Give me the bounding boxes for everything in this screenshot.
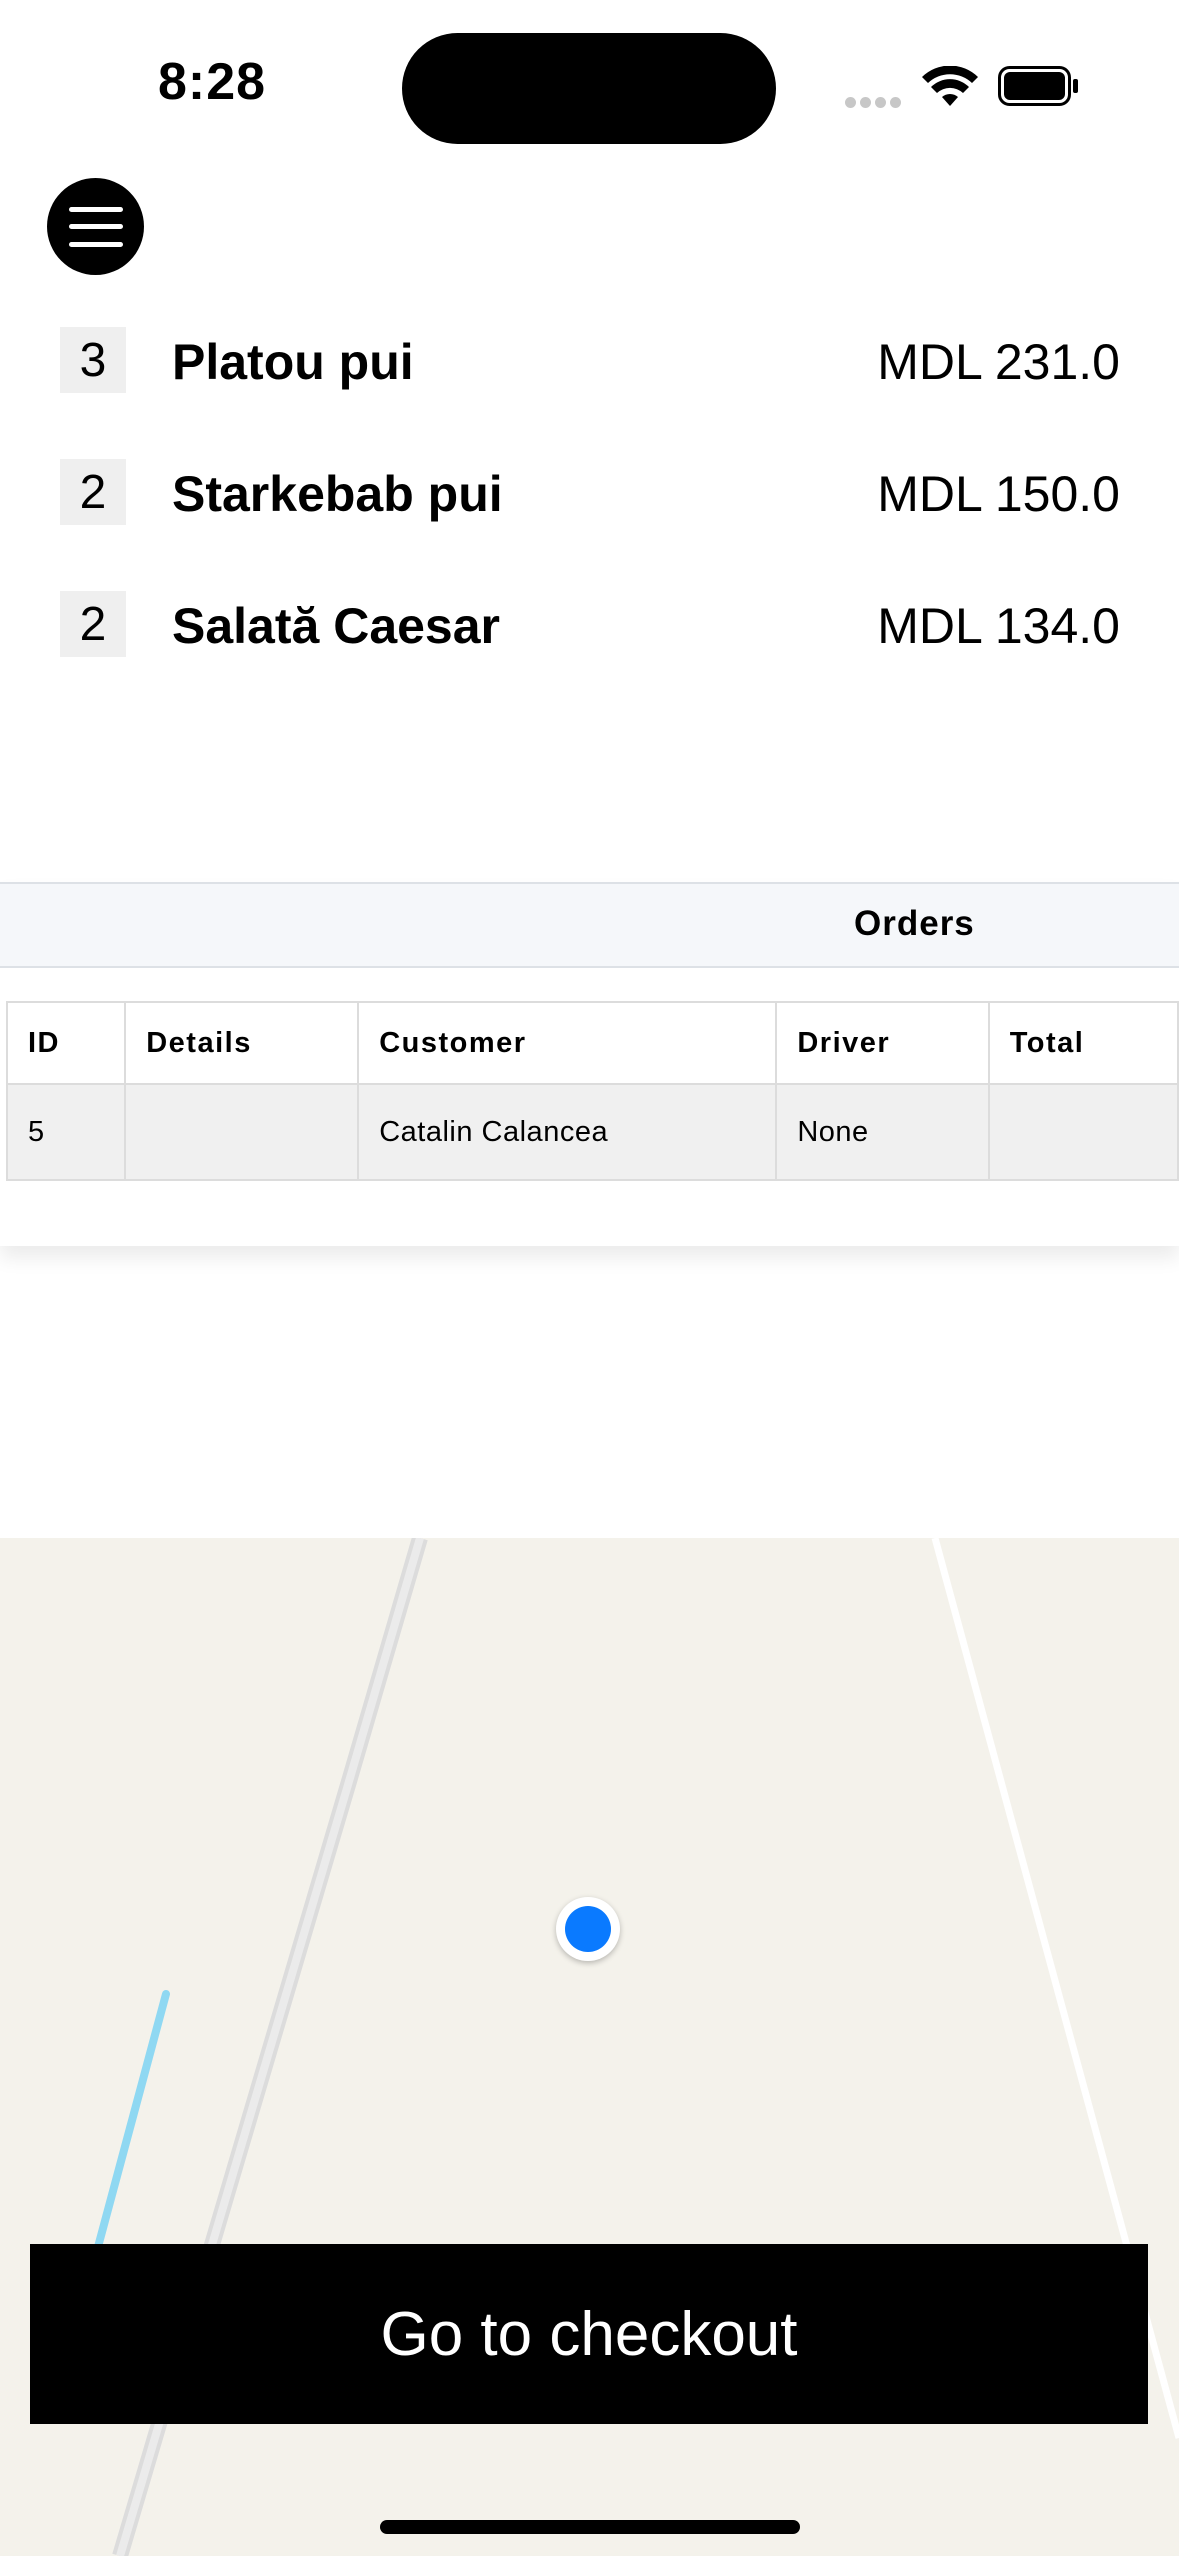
cellular-signal-icon [845, 95, 905, 108]
status-time: 8:28 [158, 53, 267, 111]
checkout-button[interactable]: Go to checkout [30, 2244, 1148, 2424]
table-header-row: ID Details Customer Driver Total [5, 1001, 1179, 1085]
item-name: Platou pui [172, 334, 414, 390]
wifi-icon [922, 66, 978, 106]
quantity-badge: 2 [60, 459, 126, 525]
orders-panel: Orders ID Details Customer Driver Total … [0, 882, 1179, 1246]
cart-item[interactable]: 3 Platou pui MDL 231.0 [60, 327, 1120, 395]
orders-header: Orders [0, 882, 1179, 968]
user-location-marker [556, 1897, 620, 1961]
hamburger-menu-icon [68, 206, 123, 247]
item-name: Starkebab pui [172, 466, 503, 522]
order-customer: Catalin Calancea [357, 1083, 778, 1181]
table-row[interactable]: 5 Catalin Calancea None [5, 1083, 1179, 1181]
column-header-customer: Customer [357, 1001, 778, 1085]
column-header-details: Details [124, 1001, 360, 1085]
menu-button[interactable] [47, 178, 144, 275]
item-price: MDL 150.0 [877, 466, 1120, 522]
cart-item[interactable]: 2 Starkebab pui MDL 150.0 [60, 459, 1120, 527]
quantity-badge: 3 [60, 327, 126, 393]
order-id: 5 [5, 1083, 127, 1181]
order-total [987, 1083, 1179, 1181]
cart-item[interactable]: 2 Salată Caesar MDL 134.0 [60, 591, 1120, 659]
item-price: MDL 231.0 [877, 334, 1120, 390]
column-header-driver: Driver [775, 1001, 990, 1085]
item-name: Salată Caesar [172, 598, 501, 654]
order-driver: None [775, 1083, 990, 1181]
orders-title: Orders [854, 904, 975, 943]
order-details [124, 1083, 360, 1181]
battery-icon [998, 66, 1078, 106]
orders-table: ID Details Customer Driver Total 5 Catal… [5, 1001, 1179, 1181]
column-header-total: Total [987, 1001, 1179, 1085]
home-indicator [380, 2520, 800, 2534]
column-header-id: ID [5, 1001, 127, 1085]
quantity-badge: 2 [60, 591, 126, 657]
item-price: MDL 134.0 [877, 598, 1120, 654]
status-bar: 8:28 [0, 0, 1179, 170]
dynamic-island [402, 33, 776, 144]
